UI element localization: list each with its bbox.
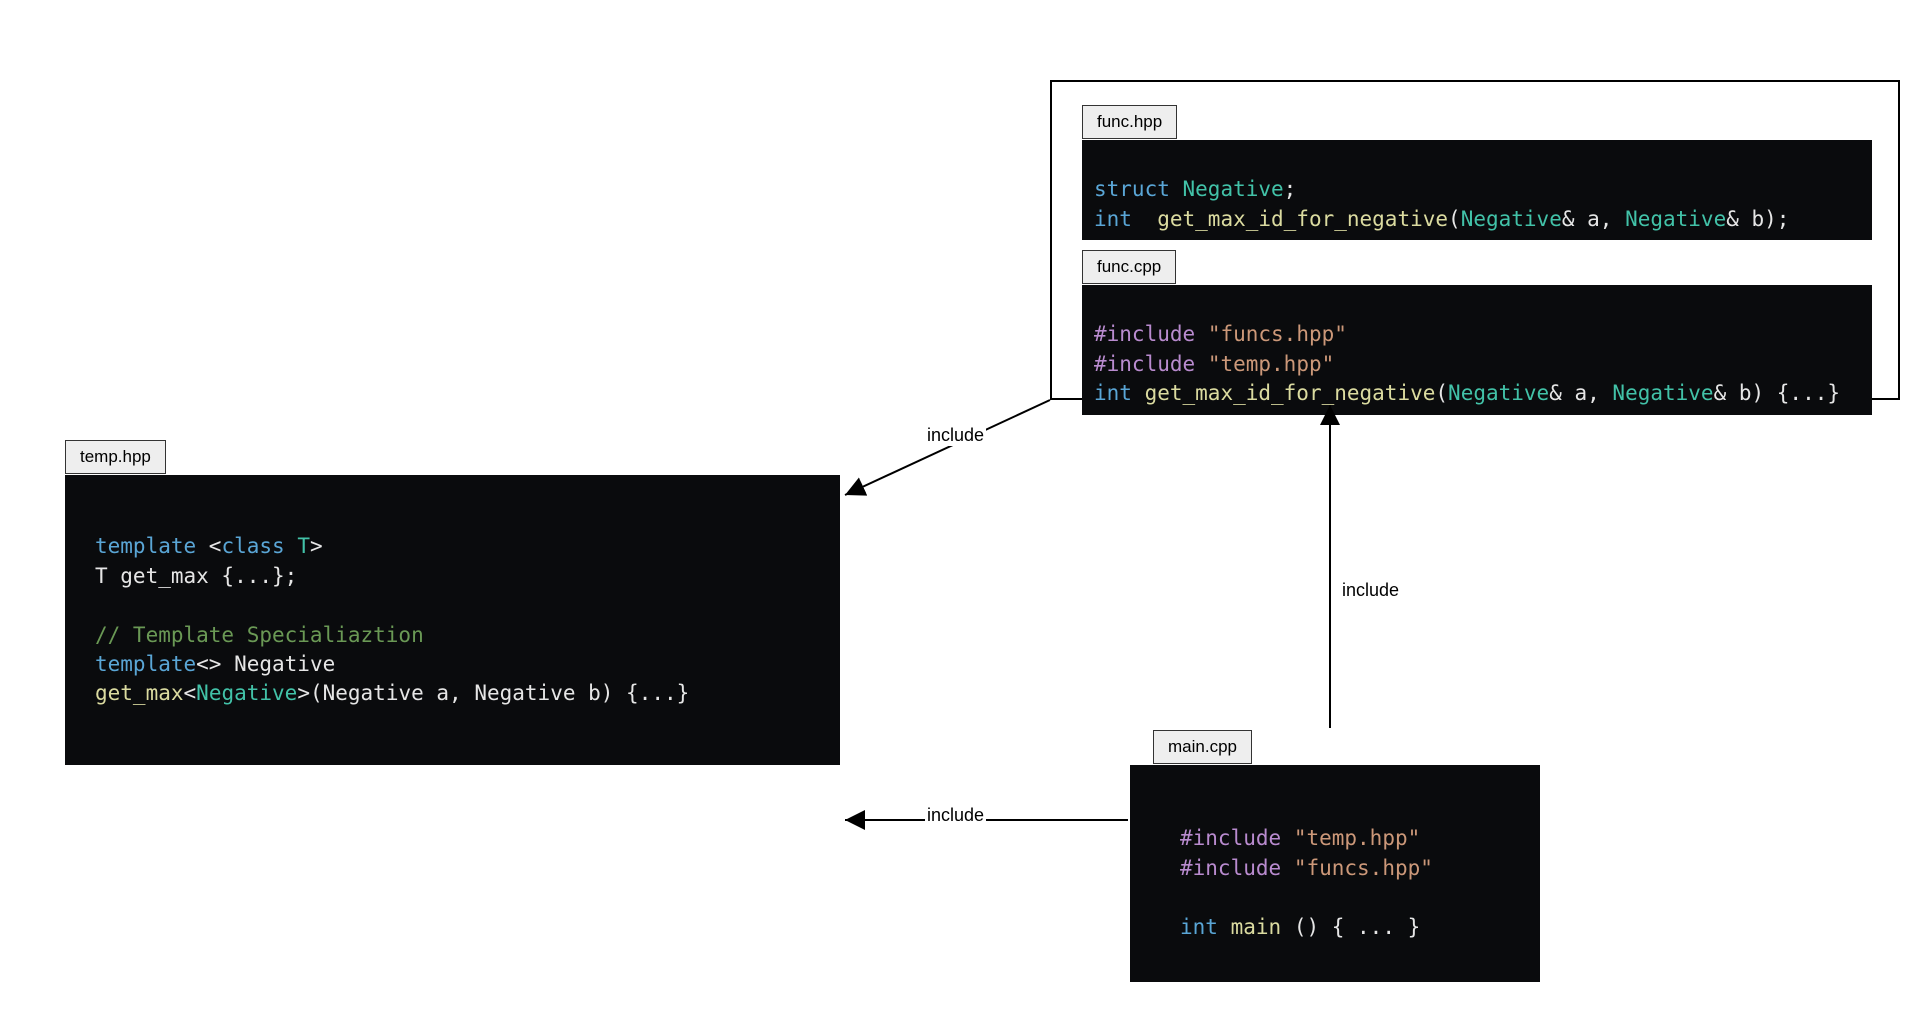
file-label-temp-hpp: temp.hpp xyxy=(65,440,166,474)
code-token: Negative xyxy=(1461,207,1562,231)
code-token: ( xyxy=(1448,207,1461,231)
code-token: "funcs.hpp" xyxy=(1294,856,1433,880)
arrow-func-to-temp xyxy=(845,400,1050,495)
code-token xyxy=(1132,207,1157,231)
file-label-func-hpp: func.hpp xyxy=(1082,105,1177,139)
code-token: int xyxy=(1094,381,1132,405)
code-token: "temp.hpp" xyxy=(1294,826,1420,850)
code-func-cpp: #include "funcs.hpp" #include "temp.hpp"… xyxy=(1082,285,1872,415)
code-token: int xyxy=(1094,207,1132,231)
code-token xyxy=(1170,177,1183,201)
code-func-hpp: struct Negative; int get_max_id_for_nega… xyxy=(1082,140,1872,240)
code-token: #include xyxy=(1094,322,1195,346)
file-label-func-cpp: func.cpp xyxy=(1082,250,1176,284)
code-token: // Template Specialiaztion xyxy=(95,623,424,647)
code-token: "funcs.hpp" xyxy=(1208,322,1347,346)
code-token xyxy=(1281,826,1294,850)
code-token: Negative xyxy=(196,681,297,705)
code-token: >(Negative a, Negative b) {...} xyxy=(297,681,689,705)
code-token xyxy=(1281,856,1294,880)
code-token: #include xyxy=(1180,826,1281,850)
code-token: template xyxy=(95,534,196,558)
code-token: ; xyxy=(1284,177,1297,201)
file-label-main-cpp: main.cpp xyxy=(1153,730,1252,764)
edge-label-include-2: include xyxy=(1340,580,1401,601)
code-token: get_max_id_for_negative xyxy=(1145,381,1436,405)
code-token xyxy=(1195,352,1208,376)
code-token: int xyxy=(1180,915,1218,939)
code-token: < xyxy=(196,534,221,558)
code-token xyxy=(1218,915,1231,939)
code-token xyxy=(1132,381,1145,405)
code-token: #include xyxy=(1180,856,1281,880)
code-token xyxy=(285,534,298,558)
code-token: < xyxy=(184,681,197,705)
code-temp-hpp: template <class T> T get_max {...}; // T… xyxy=(65,475,840,765)
code-token: () { ... } xyxy=(1281,915,1420,939)
code-token: Negative xyxy=(1612,381,1713,405)
code-token: <> Negative xyxy=(196,652,335,676)
code-token: & a, xyxy=(1562,207,1625,231)
code-token: Negative xyxy=(1183,177,1284,201)
code-token: & b); xyxy=(1726,207,1789,231)
code-token xyxy=(1195,322,1208,346)
code-token: "temp.hpp" xyxy=(1208,352,1334,376)
code-token: > xyxy=(310,534,323,558)
code-token: class xyxy=(221,534,284,558)
code-token: Negative xyxy=(1448,381,1549,405)
code-token: get_max_id_for_negative xyxy=(1157,207,1448,231)
code-token: Negative xyxy=(1625,207,1726,231)
code-main-cpp: #include "temp.hpp" #include "funcs.hpp"… xyxy=(1130,765,1540,982)
code-token: T get_max {...}; xyxy=(95,564,297,588)
edge-label-include-3: include xyxy=(925,805,986,826)
code-token: & b) {...} xyxy=(1714,381,1840,405)
code-token: ( xyxy=(1435,381,1448,405)
edge-label-include-1: include xyxy=(925,425,986,446)
code-token: #include xyxy=(1094,352,1195,376)
code-token: T xyxy=(297,534,310,558)
code-token: & a, xyxy=(1549,381,1612,405)
code-token: get_max xyxy=(95,681,184,705)
code-token: template xyxy=(95,652,196,676)
code-token: main xyxy=(1231,915,1282,939)
code-token: struct xyxy=(1094,177,1170,201)
